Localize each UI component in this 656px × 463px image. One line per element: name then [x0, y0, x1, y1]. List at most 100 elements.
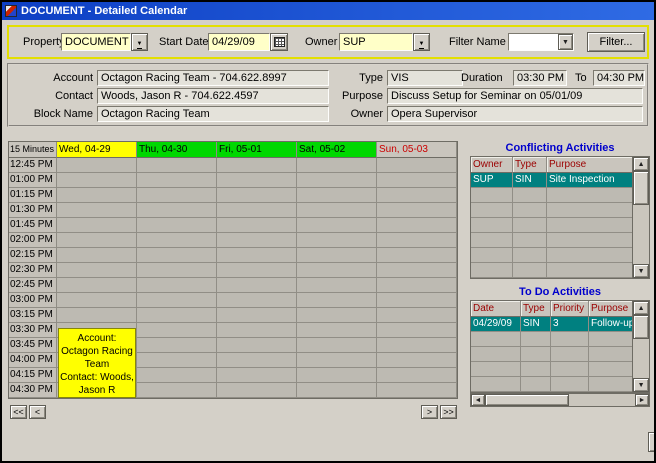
purpose-field[interactable]: Discuss Setup for Seminar on 05/01/09 [387, 88, 643, 104]
scroll-down-button[interactable]: ▼ [633, 378, 649, 392]
todo-activities-column-header[interactable]: Priority [551, 301, 589, 317]
hscrollbar-thumb[interactable] [485, 394, 569, 406]
calendar-cell[interactable] [137, 173, 217, 188]
scrollbar-thumb[interactable] [633, 171, 649, 205]
conflicting-activities-row[interactable] [471, 218, 632, 233]
calendar-cell[interactable] [217, 218, 297, 233]
calendar-cell[interactable] [137, 293, 217, 308]
calendar-cell[interactable] [297, 158, 377, 173]
calendar-cell[interactable] [297, 308, 377, 323]
todo-activities-column-header[interactable]: Date [471, 301, 521, 317]
account-field[interactable]: Octagon Racing Team - 704.622.8997 [97, 70, 329, 86]
scroll-prev-button[interactable]: < [29, 405, 46, 419]
conflicting-activities-row[interactable]: SUPSINSite Inspection [471, 173, 632, 188]
calendar-cell[interactable] [217, 323, 297, 338]
conflicting-activities-column-header[interactable]: Owner [471, 157, 513, 173]
calendar-cell[interactable] [137, 323, 217, 338]
combo-dropdown-button[interactable]: ▼ [558, 34, 573, 50]
calendar-cell[interactable] [377, 188, 457, 203]
conflicting-activities-column-header[interactable]: Purpose [547, 157, 632, 173]
conflicting-activities-row[interactable] [471, 248, 632, 263]
calendar-cell[interactable] [377, 338, 457, 353]
calendar-cell[interactable] [297, 353, 377, 368]
start-date-field[interactable]: 04/29/09 [208, 33, 270, 51]
todo-activities-row[interactable] [471, 377, 632, 392]
calendar-cell[interactable] [377, 173, 457, 188]
duration-field[interactable]: 03:30 PM [513, 70, 567, 86]
property-field[interactable]: DOCUMENT [61, 33, 131, 51]
scroll-next-button[interactable]: > [421, 405, 438, 419]
owner-field[interactable]: SUP [339, 33, 413, 51]
calendar-cell[interactable] [57, 248, 137, 263]
calendar-cell[interactable] [57, 188, 137, 203]
property-lov-button[interactable]: ▼ [131, 33, 148, 51]
calendar-cell[interactable] [297, 323, 377, 338]
calendar-cell[interactable] [377, 248, 457, 263]
scroll-first-button[interactable]: << [10, 405, 27, 419]
calendar-cell[interactable] [377, 263, 457, 278]
calendar-cell[interactable] [377, 383, 457, 398]
contact-field[interactable]: Woods, Jason R - 704.622.4597 [97, 88, 329, 104]
calendar-cell[interactable] [57, 278, 137, 293]
duration-to-field[interactable]: 04:30 PM [593, 70, 645, 86]
calendar-cell[interactable] [217, 263, 297, 278]
scrollbar-track[interactable] [633, 315, 649, 378]
todo-activities-hscrollbar[interactable]: ◄ ► [470, 393, 650, 407]
calendar-cell[interactable] [137, 218, 217, 233]
calendar-cell[interactable] [137, 308, 217, 323]
todo-activities-scrollbar[interactable]: ▲ ▼ [632, 301, 649, 392]
conflicting-activities-scrollbar[interactable]: ▲ ▼ [632, 157, 649, 278]
calendar-cell[interactable] [377, 218, 457, 233]
scroll-right-button[interactable]: ► [635, 394, 649, 406]
calendar-cell[interactable] [377, 203, 457, 218]
calendar-cell[interactable] [137, 353, 217, 368]
calendar-cell[interactable] [57, 158, 137, 173]
calendar-cell[interactable] [217, 308, 297, 323]
calendar-cell[interactable] [377, 368, 457, 383]
date-picker-button[interactable] [270, 33, 288, 51]
title-bar[interactable]: DOCUMENT - Detailed Calendar [2, 2, 654, 20]
calendar-cell[interactable] [137, 188, 217, 203]
calendar-cell[interactable] [137, 263, 217, 278]
calendar-cell[interactable] [297, 203, 377, 218]
scrollbar-thumb[interactable] [633, 315, 649, 339]
calendar-cell[interactable] [297, 368, 377, 383]
conflicting-activities-row[interactable] [471, 233, 632, 248]
todo-activities-row[interactable] [471, 347, 632, 362]
calendar-cell[interactable] [297, 173, 377, 188]
calendar-cell[interactable] [377, 353, 457, 368]
calendar-cell[interactable] [57, 263, 137, 278]
calendar-cell[interactable] [217, 188, 297, 203]
calendar-cell[interactable] [377, 158, 457, 173]
calendar-cell[interactable] [297, 233, 377, 248]
calendar-cell[interactable] [377, 323, 457, 338]
calendar-cell[interactable] [297, 338, 377, 353]
calendar-cell[interactable] [377, 293, 457, 308]
type-field[interactable]: VIS [387, 70, 463, 86]
hscrollbar-track[interactable] [485, 394, 635, 406]
scrollbar-track[interactable] [633, 171, 649, 264]
filter-name-combo[interactable]: ▼ [508, 33, 574, 51]
calendar-cell[interactable] [377, 308, 457, 323]
calendar-cell[interactable] [137, 383, 217, 398]
calendar-cell[interactable] [137, 158, 217, 173]
close-button[interactable]: Close [648, 432, 656, 452]
scroll-up-button[interactable]: ▲ [633, 157, 649, 171]
calendar-cell[interactable] [297, 278, 377, 293]
owner-lov-button[interactable]: ▼ [413, 33, 430, 51]
block-name-field[interactable]: Octagon Racing Team [97, 106, 329, 122]
conflicting-activities-column-header[interactable]: Type [513, 157, 547, 173]
scroll-down-button[interactable]: ▼ [633, 264, 649, 278]
event-note[interactable]: Account: Octagon Racing Team Contact: Wo… [58, 328, 136, 398]
calendar-cell[interactable] [217, 293, 297, 308]
calendar-cell[interactable] [297, 218, 377, 233]
calendar-cell[interactable] [217, 368, 297, 383]
conflicting-activities-row[interactable] [471, 263, 632, 278]
conflicting-activities-row[interactable] [471, 188, 632, 203]
calendar-cell[interactable] [217, 203, 297, 218]
calendar-cell[interactable] [297, 293, 377, 308]
calendar-cell[interactable] [217, 233, 297, 248]
todo-activities-row[interactable]: 04/29/09SIN3Follow-up [471, 317, 632, 332]
calendar-cell[interactable] [57, 173, 137, 188]
calendar-cell[interactable] [137, 368, 217, 383]
